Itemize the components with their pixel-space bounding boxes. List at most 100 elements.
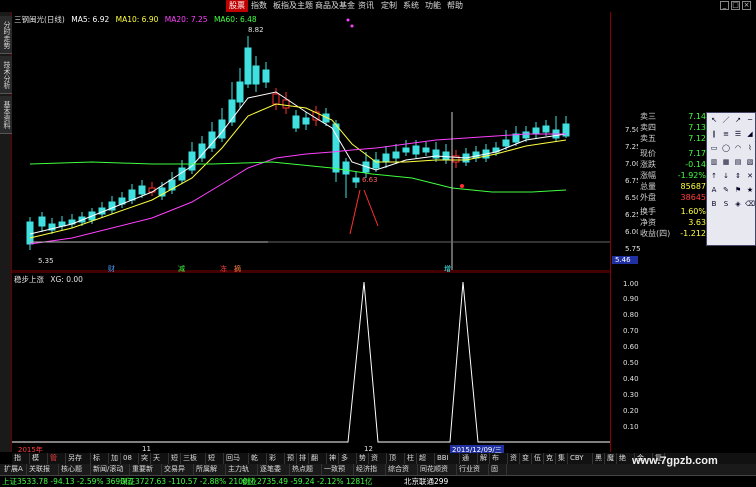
indicator-tab[interactable]: 超短 xyxy=(417,453,435,473)
info-tab[interactable]: 经济指标 xyxy=(354,464,386,484)
indicator-tab[interactable]: 标准 xyxy=(91,453,109,473)
indicator-tab[interactable]: 资线 xyxy=(369,453,387,473)
indicator-tab[interactable]: 乾坤 xyxy=(249,453,267,473)
tab-intraday[interactable]: 分时走势 xyxy=(0,16,12,54)
info-tab[interactable]: 逐笔委托 xyxy=(258,464,290,484)
menu-goods-fund[interactable]: 商品及基金 xyxy=(312,0,358,12)
text-tool-icon[interactable]: A xyxy=(709,185,719,195)
indicator-tab[interactable]: 柱 xyxy=(405,453,417,464)
indicator-tab[interactable]: 预 xyxy=(285,453,297,464)
spread-tool-icon[interactable]: ⇕ xyxy=(733,171,743,181)
indicator-tab[interactable]: 三板斧 xyxy=(181,453,206,473)
indicator-tab[interactable]: 魔 xyxy=(605,453,617,464)
sell-tool-icon[interactable]: S xyxy=(721,199,731,209)
cross-tool-icon[interactable]: ✕ xyxy=(745,171,755,181)
grid-tool-icon[interactable]: ▦ xyxy=(721,157,731,167)
gann-tool-icon[interactable]: ◢ xyxy=(745,129,755,139)
delete-tool-icon[interactable]: ⌫ xyxy=(745,199,755,209)
indicator-tab[interactable]: 突 xyxy=(139,453,151,464)
tab-technical[interactable]: 技术分析 xyxy=(0,56,12,94)
info-tab[interactable]: 行业资讯 xyxy=(457,464,489,484)
indicator-tab[interactable]: 08 xyxy=(121,453,139,464)
info-tab[interactable]: 交易异动 xyxy=(162,464,194,484)
arc-tool-icon[interactable]: ◠ xyxy=(733,143,743,153)
indicator-tab[interactable]: 管理 xyxy=(48,453,66,473)
flag-tool-icon[interactable]: ⚑ xyxy=(733,185,743,195)
menu-function[interactable]: 功能 xyxy=(422,0,444,12)
indicator-tab[interactable]: 回马枪 xyxy=(224,453,249,473)
indicator-tab[interactable]: 资 xyxy=(508,453,520,464)
indicator-tab[interactable]: 排 xyxy=(297,453,309,464)
menu-index[interactable]: 指数 xyxy=(248,0,270,12)
close-icon[interactable]: × xyxy=(742,1,751,10)
indicator-tab[interactable]: 通道 xyxy=(460,453,478,473)
indicator-tab[interactable]: 黑 xyxy=(593,453,605,464)
indicator-tab[interactable]: 另存为 xyxy=(66,453,91,473)
info-tab[interactable]: 重要新闻 xyxy=(130,464,162,484)
info-tab[interactable]: 同花顺资讯 xyxy=(418,464,457,484)
indicator-chart[interactable]: 稳步上涨 XG: 0.00 xyxy=(12,271,610,445)
indicator-tab[interactable]: 集 xyxy=(556,453,568,464)
indicator-tab[interactable]: BBI xyxy=(435,453,460,464)
buy-tool-icon[interactable]: B xyxy=(709,199,719,209)
minimize-icon[interactable]: _ xyxy=(720,1,729,10)
menu-custom[interactable]: 定制 xyxy=(378,0,400,12)
note-tool-icon[interactable]: ✎ xyxy=(721,185,731,195)
up-arrow-tool-icon[interactable]: ↑ xyxy=(709,171,719,181)
menu-news[interactable]: 资讯 xyxy=(355,0,377,12)
indicator-tab[interactable]: 布林 xyxy=(490,453,508,473)
indicator-tab[interactable]: 神 xyxy=(327,453,339,464)
indicator-tab[interactable]: 变 xyxy=(520,453,532,464)
tab-fundamentals[interactable]: 基本资料 xyxy=(0,96,12,134)
indicator-tab[interactable]: 彩线 xyxy=(267,453,285,473)
indicator-tab[interactable]: 多空 xyxy=(339,453,357,473)
cycle-tool-icon[interactable]: ⌇ xyxy=(745,143,755,153)
lock-tool-icon[interactable]: ◈ xyxy=(733,199,743,209)
info-tab[interactable]: 一致预期 xyxy=(322,464,354,484)
cursor-tool-icon[interactable]: ↖ xyxy=(709,115,719,125)
drawing-toolbox[interactable]: ↖ ／ ↗ ─ ∥ ≡ ☰ ◢ ▭ ◯ ◠ ⌇ ▥ ▦ ▤ ▧ ↑ ↓ ⇕ ✕ … xyxy=(706,112,756,246)
indicator-tab[interactable]: 解 xyxy=(478,453,490,464)
indicator-tab[interactable]: 模板 xyxy=(30,453,48,473)
indicator-tab[interactable]: CBY xyxy=(568,453,593,464)
channel-tool-icon[interactable]: ≡ xyxy=(721,129,731,139)
indicator-tab[interactable]: 短线 xyxy=(206,453,224,473)
info-tab[interactable]: 热点题材 xyxy=(290,464,322,484)
kline-chart[interactable]: 三钢闽光(日线) MA5: 6.92 MA10: 6.90 MA20: 7.25… xyxy=(12,12,610,273)
ellipse-tool-icon[interactable]: ◯ xyxy=(721,143,731,153)
line-tool-icon[interactable]: ／ xyxy=(721,115,731,125)
info-tab[interactable]: 主力轨迹 xyxy=(226,464,258,484)
shenzhen-index[interactable]: 深证3727.63 -110.57 -2.88% 2100亿 xyxy=(120,477,255,487)
menu-system[interactable]: 系统 xyxy=(400,0,422,12)
info-tab[interactable]: 固定 xyxy=(489,464,507,484)
menu-board-theme[interactable]: 板指及主题 xyxy=(270,0,316,12)
ray-tool-icon[interactable]: ↗ xyxy=(733,115,743,125)
info-tab[interactable]: 所属解禁 xyxy=(194,464,226,484)
info-tab[interactable]: 关联报价 xyxy=(27,464,59,484)
parallel-tool-icon[interactable]: ∥ xyxy=(709,129,719,139)
rect-tool-icon[interactable]: ▭ xyxy=(709,143,719,153)
info-tab[interactable]: 核心题材 xyxy=(59,464,91,484)
volume-tool-icon[interactable]: ▤ xyxy=(733,157,743,167)
indicator-tab[interactable]: 翻黑 xyxy=(309,453,327,473)
indicator-tab[interactable]: 伍 xyxy=(532,453,544,464)
bars-tool-icon[interactable]: ▥ xyxy=(709,157,719,167)
indicator-tab[interactable]: 顶底 xyxy=(387,453,405,473)
indicator-tab[interactable]: 克 xyxy=(544,453,556,464)
info-tab[interactable]: 扩展A xyxy=(2,464,27,475)
indicator-tab[interactable]: 短 xyxy=(169,453,181,464)
indicator-tab[interactable]: 天天 xyxy=(151,453,169,473)
indicator-tab[interactable]: 加 xyxy=(109,453,121,464)
hist-tool-icon[interactable]: ▧ xyxy=(745,157,755,167)
menu-stocks[interactable]: 股票 xyxy=(226,0,248,12)
info-tab[interactable]: 新闻/滚动 xyxy=(91,464,130,475)
indicator-tab[interactable]: 势 xyxy=(357,453,369,464)
fib-tool-icon[interactable]: ☰ xyxy=(733,129,743,139)
maximize-icon[interactable]: □ xyxy=(731,1,740,10)
shanghai-index[interactable]: 上证3533.78 -94.13 -2.59% 3690亿 xyxy=(2,477,132,487)
chinext-index[interactable]: 创业2735.49 -59.24 -2.12% 1281亿 xyxy=(242,477,372,487)
star-tool-icon[interactable]: ★ xyxy=(745,185,755,195)
info-tab[interactable]: 综合资讯 xyxy=(386,464,418,484)
hline-tool-icon[interactable]: ─ xyxy=(745,115,755,125)
down-arrow-tool-icon[interactable]: ↓ xyxy=(721,171,731,181)
